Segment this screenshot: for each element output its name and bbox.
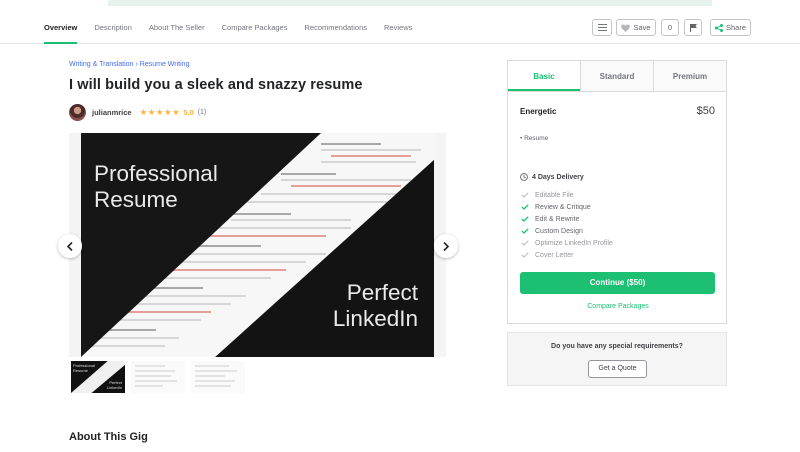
- list-icon: [597, 24, 607, 31]
- chevron-left-icon: [67, 241, 73, 251]
- tab-description[interactable]: Description: [94, 6, 132, 44]
- list-menu-button[interactable]: [592, 19, 612, 36]
- gig-title: I will build you a sleek and snazzy resu…: [69, 77, 363, 93]
- tab-basic[interactable]: Basic: [508, 61, 580, 91]
- save-label: Save: [633, 23, 651, 32]
- chevron-right-icon: [443, 241, 449, 251]
- check-icon: [521, 228, 529, 234]
- share-button[interactable]: Share: [710, 19, 751, 36]
- get-quote-button[interactable]: Get a Quote: [588, 360, 647, 378]
- flag-icon: [689, 23, 697, 32]
- package-price: $50: [696, 105, 715, 117]
- thumbnail-2[interactable]: [131, 361, 185, 393]
- tab-compare-packages[interactable]: Compare Packages: [222, 6, 288, 44]
- share-label: Share: [725, 23, 746, 32]
- star-icon: ★: [155, 106, 164, 117]
- gig-nav-bar: Overview Description About The Seller Co…: [0, 6, 800, 44]
- tab-standard[interactable]: Standard: [580, 61, 653, 91]
- gallery-thumbnails: Professional Resume Perfect LinkedIn: [71, 361, 251, 393]
- gallery-prev-button[interactable]: [58, 234, 82, 258]
- tab-premium[interactable]: Premium: [653, 61, 726, 91]
- share-icon: [714, 23, 723, 32]
- tab-reviews[interactable]: Reviews: [384, 6, 412, 44]
- gallery-next-button[interactable]: [434, 234, 458, 258]
- breadcrumb-subcategory-link[interactable]: Resume Writing: [140, 61, 190, 68]
- save-count-badge: 0: [661, 19, 679, 36]
- package-header: Energetic $50: [520, 105, 715, 117]
- review-count-link[interactable]: (1): [198, 109, 207, 116]
- feature-item: Edit & Rewrite: [520, 213, 613, 225]
- thumbnail-1[interactable]: Professional Resume Perfect LinkedIn: [71, 361, 125, 393]
- star-icon: ★: [147, 106, 156, 117]
- delivery-time: 4 Days Delivery: [520, 173, 584, 181]
- save-button[interactable]: Save: [616, 19, 656, 36]
- check-icon: [521, 204, 529, 210]
- feature-item: Custom Design: [520, 225, 613, 237]
- check-icon: [521, 192, 529, 198]
- package-name: Energetic: [520, 106, 557, 116]
- continue-button[interactable]: Continue ($50): [520, 272, 715, 294]
- feature-item: Review & Critique: [520, 201, 613, 213]
- breadcrumb-separator: ›: [135, 61, 138, 68]
- breadcrumb: Writing & Translation › Resume Writing: [69, 61, 189, 68]
- compare-packages-link[interactable]: Compare Packages: [508, 303, 728, 310]
- check-icon: [521, 240, 529, 246]
- clock-icon: [520, 173, 528, 181]
- star-icon: ★: [172, 106, 180, 117]
- seller-info: julianmrice ★ ★ ★ ★ ★ 5.0 (1): [69, 103, 206, 121]
- seller-name-link[interactable]: julianmrice: [92, 108, 132, 117]
- package-card: Basic Standard Premium Energetic $50 • R…: [507, 60, 727, 324]
- tab-recommendations[interactable]: Recommendations: [304, 6, 367, 44]
- feature-item: Cover Letter: [520, 249, 613, 261]
- gig-gallery: Professional Resume Perfect LinkedIn: [69, 133, 446, 357]
- star-icon: ★: [163, 106, 172, 117]
- heart-icon: [621, 23, 631, 32]
- package-description: • Resume: [520, 135, 549, 142]
- package-tabs: Basic Standard Premium: [508, 61, 726, 92]
- breadcrumb-category-link[interactable]: Writing & Translation: [69, 61, 133, 68]
- delivery-label: 4 Days Delivery: [532, 173, 584, 181]
- feature-list: Editable File Review & Critique Edit & R…: [520, 189, 613, 261]
- custom-quote-box: Do you have any special requirements? Ge…: [507, 332, 727, 386]
- star-icon: ★: [139, 106, 148, 117]
- rating-stars: ★ ★ ★ ★ ★: [139, 106, 181, 117]
- gallery-slide-image: Professional Resume Perfect LinkedIn: [81, 133, 434, 357]
- special-requirements-question: Do you have any special requirements?: [551, 343, 683, 350]
- feature-item: Optimize LinkedIn Profile: [520, 237, 613, 249]
- tab-overview[interactable]: Overview: [44, 6, 78, 44]
- report-button[interactable]: [684, 19, 702, 36]
- avatar[interactable]: [69, 103, 86, 121]
- check-icon: [521, 216, 529, 222]
- slide-heading-perfect-linkedin: Perfect LinkedIn: [332, 280, 418, 331]
- rating-value: 5.0: [183, 107, 194, 117]
- nav-tabs: Overview Description About The Seller Co…: [44, 6, 429, 44]
- feature-item: Editable File: [520, 189, 613, 201]
- check-icon: [521, 252, 529, 258]
- tab-about-seller[interactable]: About The Seller: [149, 6, 205, 44]
- thumbnail-3[interactable]: [191, 361, 245, 393]
- slide-heading-professional-resume: Professional Resume: [94, 161, 218, 212]
- about-gig-heading: About This Gig: [69, 431, 148, 443]
